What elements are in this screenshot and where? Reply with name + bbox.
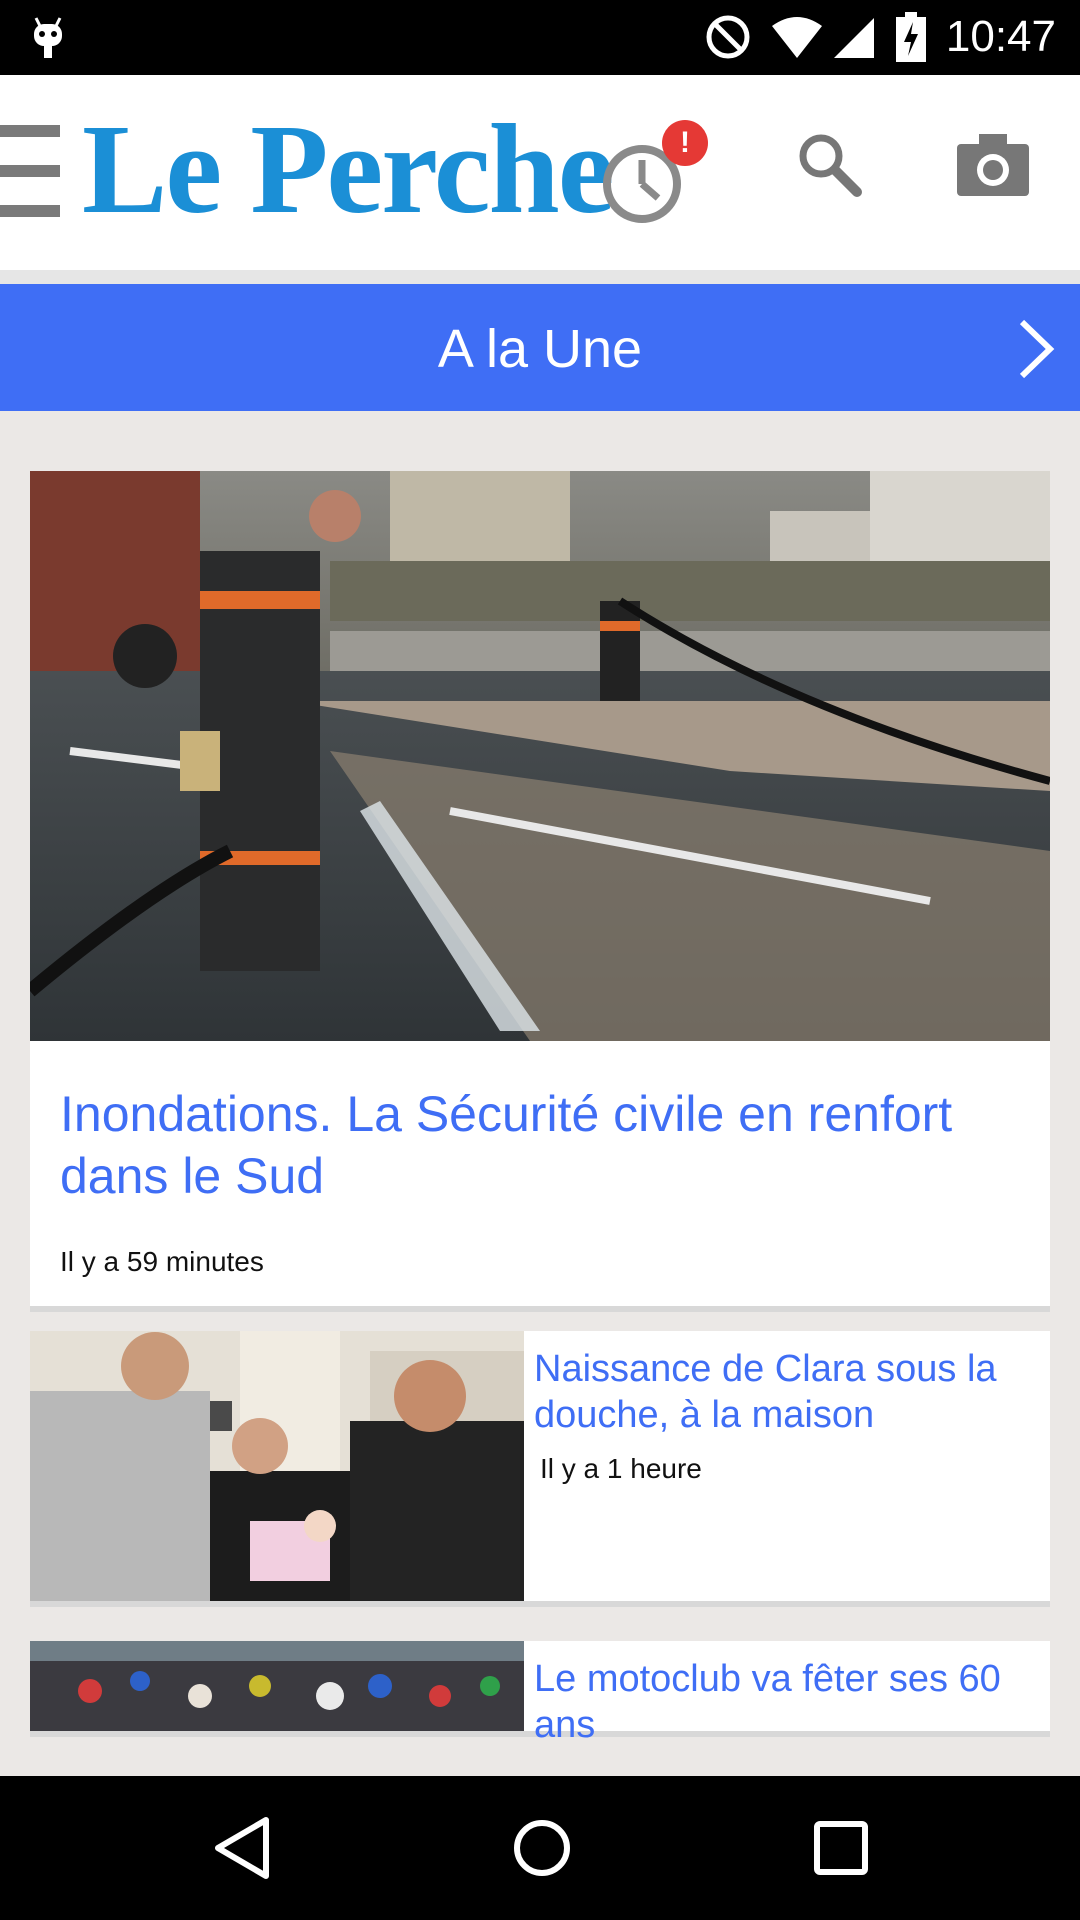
section-title: A la Une [437, 319, 643, 379]
app-logo: Le Perche [82, 98, 614, 240]
article-headline[interactable]: Naissance de Clara sous la douche, à la … [534, 1346, 1034, 1438]
chevron-right-icon[interactable] [1016, 318, 1056, 380]
cell-signal-icon [834, 18, 874, 58]
section-header-a-la-une[interactable]: A la Une [0, 284, 1080, 411]
history-button[interactable]: ! [600, 120, 710, 230]
wifi-icon [772, 17, 822, 58]
status-time: 10:47 [945, 12, 1056, 61]
article-card-featured[interactable]: Inondations. La Sécurité civile en renfo… [30, 471, 1050, 1306]
camera-icon [957, 134, 1029, 196]
article-time: Il y a 1 heure [540, 1453, 702, 1484]
do-not-disturb-icon [706, 15, 750, 59]
article-thumbnail-family [30, 1331, 524, 1601]
article-headline[interactable]: Le motoclub va fêter ses 60 ans [534, 1656, 1034, 1748]
recents-icon[interactable] [813, 1816, 869, 1880]
article-card[interactable]: Naissance de Clara sous la douche, à la … [30, 1331, 1050, 1601]
header-divider [0, 270, 1080, 284]
android-debug-icon [34, 17, 62, 58]
back-icon[interactable] [212, 1816, 272, 1880]
article-thumbnail-motoclub [30, 1641, 524, 1731]
article-time: Il y a 59 minutes [60, 1246, 264, 1277]
search-button[interactable] [795, 130, 865, 200]
notification-badge: ! [662, 120, 708, 166]
article-image-firefighters [30, 471, 1050, 1041]
search-icon [799, 134, 862, 197]
battery-charging-icon [896, 12, 926, 62]
home-icon[interactable] [512, 1816, 572, 1880]
app-header: Le Perche ! [0, 75, 1080, 270]
hamburger-menu-icon[interactable] [0, 125, 60, 217]
status-bar: 10:47 [0, 0, 1080, 75]
article-card[interactable]: Le motoclub va fêter ses 60 ans [30, 1641, 1050, 1746]
system-nav-bar [0, 1776, 1080, 1920]
article-headline[interactable]: Inondations. La Sécurité civile en renfo… [60, 1083, 1020, 1207]
camera-button[interactable] [955, 130, 1035, 200]
article-feed[interactable]: Inondations. La Sécurité civile en renfo… [0, 411, 1080, 1766]
